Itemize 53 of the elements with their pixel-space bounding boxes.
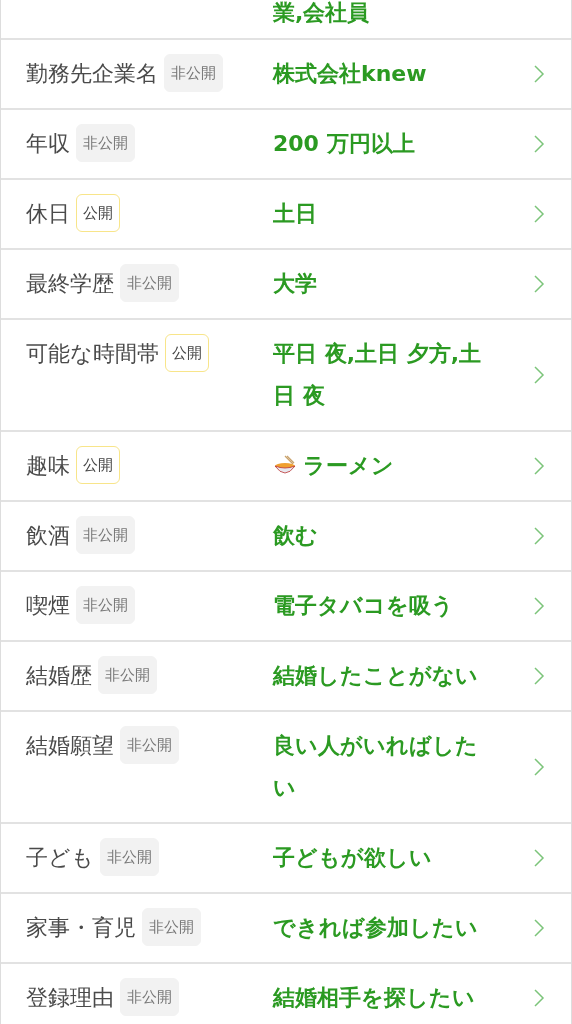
field-label: 飲酒 <box>26 522 70 550</box>
chevron-right-icon[interactable] <box>533 666 545 686</box>
visibility-tag: 公開 <box>165 334 209 372</box>
chevron-right-icon[interactable] <box>533 596 545 616</box>
field-value[interactable]: 結婚したことがない <box>273 655 478 697</box>
visibility-tag: 非公開 <box>100 838 159 876</box>
visibility-tag: 非公開 <box>98 656 157 694</box>
field-value[interactable]: 飲む <box>273 515 318 557</box>
field-label: 年収 <box>26 130 70 158</box>
visibility-tag: 公開 <box>76 194 120 232</box>
field-value[interactable]: 子どもが欲しい <box>273 837 432 879</box>
chevron-right-icon[interactable] <box>533 988 545 1008</box>
field-value[interactable]: できれば参加したい <box>273 907 478 949</box>
field-value[interactable]: 土日 <box>273 193 317 235</box>
visibility-tag: 非公開 <box>120 264 179 302</box>
field-value[interactable]: 200 万円以上 <box>273 123 415 165</box>
field-label: 可能な時間帯 <box>26 340 159 368</box>
field-value[interactable]: 株式会社knew <box>273 53 427 95</box>
visibility-tag: 非公開 <box>76 586 135 624</box>
field-label: 結婚願望 <box>26 732 114 760</box>
field-label: 最終学歴 <box>26 270 114 298</box>
field-value[interactable]: 良い人がいればしたい <box>273 725 499 809</box>
chevron-right-icon[interactable] <box>533 848 545 868</box>
field-label: 趣味 <box>26 452 70 480</box>
field-label: 家事・育児 <box>26 914 136 942</box>
chevron-right-icon[interactable] <box>533 64 545 84</box>
field-value[interactable]: 大学 <box>273 263 317 305</box>
visibility-tag: 非公開 <box>142 908 201 946</box>
visibility-tag: 非公開 <box>120 726 179 764</box>
field-label: 勤務先企業名 <box>26 60 158 88</box>
chevron-right-icon[interactable] <box>533 365 545 385</box>
field-value[interactable]: 平日 夜,土日 夕方,土日 夜 <box>273 333 499 417</box>
visibility-tag: 公開 <box>76 446 120 484</box>
chevron-right-icon[interactable] <box>533 757 545 777</box>
chevron-right-icon[interactable] <box>533 204 545 224</box>
chevron-right-icon[interactable] <box>533 134 545 154</box>
field-label: 休日 <box>26 200 70 228</box>
chevron-right-icon[interactable] <box>533 456 545 476</box>
visibility-tag: 非公開 <box>120 978 179 1016</box>
visibility-tag: 非公開 <box>76 516 135 554</box>
field-label: 登録理由 <box>26 984 114 1012</box>
field-value[interactable]: 電子タバコを吸う <box>273 585 454 627</box>
chevron-right-icon[interactable] <box>533 526 545 546</box>
field-value[interactable]: ラーメン <box>303 445 394 487</box>
field-value[interactable]: 業,会社員 <box>273 0 370 34</box>
field-label: 子ども <box>26 844 94 872</box>
chevron-right-icon[interactable] <box>533 918 545 938</box>
field-value[interactable]: 結婚相手を探したい <box>273 977 475 1019</box>
visibility-tag: 非公開 <box>164 54 223 92</box>
field-label: 結婚歴 <box>26 662 92 690</box>
field-label: 喫煙 <box>26 592 70 620</box>
visibility-tag: 非公開 <box>76 124 135 162</box>
chevron-right-icon[interactable] <box>533 274 545 294</box>
